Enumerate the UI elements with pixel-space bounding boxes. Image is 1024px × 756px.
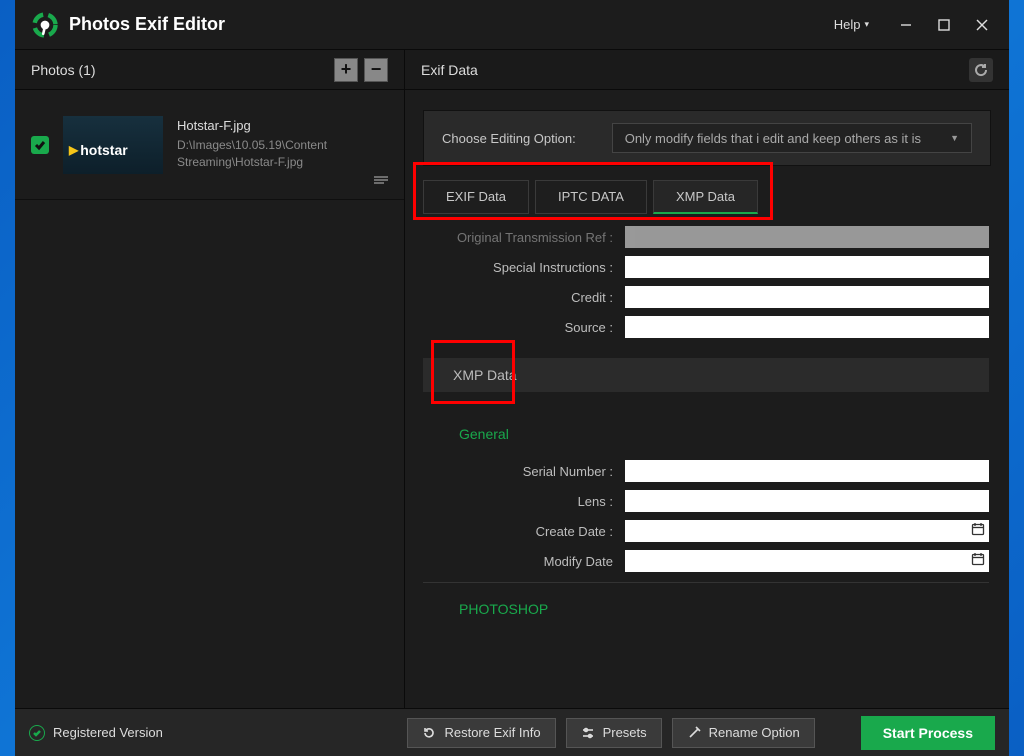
field-label: Credit :	[423, 290, 613, 305]
field-input[interactable]	[625, 460, 989, 482]
tab-iptc-data[interactable]: IPTC DATA	[535, 180, 647, 214]
photo-checkbox[interactable]	[31, 136, 49, 154]
field-label: Create Date :	[423, 524, 613, 539]
field-input[interactable]	[625, 550, 989, 572]
button-label: Start Process	[883, 725, 973, 741]
main-header: Exif Data	[405, 50, 1009, 90]
field-create-date: Create Date :	[423, 520, 989, 542]
minimize-button[interactable]	[887, 6, 925, 44]
field-label: Original Transmission Ref :	[423, 230, 613, 245]
sidebar-title: Photos (1)	[31, 62, 96, 78]
add-photo-button[interactable]: +	[334, 58, 358, 82]
editing-option-select[interactable]: Only modify fields that i edit and keep …	[612, 123, 972, 153]
section-label: XMP Data	[453, 367, 517, 383]
field-modify-date: Modify Date	[423, 550, 989, 572]
maximize-button[interactable]	[925, 6, 963, 44]
registered-label: Registered Version	[53, 725, 163, 740]
section-xmp-data: XMP Data	[423, 358, 989, 392]
refresh-button[interactable]	[969, 58, 993, 82]
sidebar-header: Photos (1) + −	[15, 50, 404, 90]
calendar-icon[interactable]	[971, 522, 985, 541]
help-label: Help	[834, 17, 861, 32]
restore-exif-button[interactable]: Restore Exif Info	[407, 718, 555, 748]
field-input[interactable]	[625, 256, 989, 278]
remove-photo-button[interactable]: −	[364, 58, 388, 82]
button-label: Rename Option	[709, 725, 800, 740]
presets-button[interactable]: Presets	[566, 718, 662, 748]
subsection-photoshop: PHOTOSHOP	[459, 601, 989, 617]
photo-row-menu-icon[interactable]	[372, 173, 390, 191]
subsection-general: General	[459, 426, 989, 442]
field-label: Special Instructions :	[423, 260, 613, 275]
divider	[423, 582, 989, 583]
field-label: Modify Date	[423, 554, 613, 569]
field-lens: Lens :	[423, 490, 989, 512]
main-panel: Exif Data Choose Editing Option: Only mo…	[405, 50, 1009, 708]
field-input[interactable]	[625, 520, 989, 542]
tabs-container: EXIF Data IPTC DATA XMP Data	[423, 180, 991, 214]
help-menu[interactable]: Help ▾	[834, 17, 869, 32]
field-special-instructions: Special Instructions :	[423, 256, 989, 278]
rename-option-button[interactable]: Rename Option	[672, 718, 815, 748]
photo-filename: Hotstar-F.jpg	[177, 118, 388, 133]
field-label: Serial Number :	[423, 464, 613, 479]
photo-thumbnail: ▶hotstar	[63, 116, 163, 174]
tab-xmp-data[interactable]: XMP Data	[653, 180, 758, 214]
photo-path: D:\Images\10.05.19\Content Streaming\Hot…	[177, 137, 388, 171]
field-input[interactable]	[625, 316, 989, 338]
field-original-transmission-ref: Original Transmission Ref :	[423, 226, 989, 248]
calendar-icon[interactable]	[971, 552, 985, 571]
dropdown-arrow-icon: ▼	[950, 133, 959, 143]
chevron-down-icon: ▾	[864, 19, 869, 30]
main-title: Exif Data	[421, 62, 478, 78]
app-window: Photos Exif Editor Help ▾ Photos (1) + −	[15, 0, 1009, 756]
form-scroll-area[interactable]: Original Transmission Ref : Special Inst…	[405, 216, 999, 708]
registered-badge: Registered Version	[29, 725, 163, 741]
field-label: Lens :	[423, 494, 613, 509]
editing-option-label: Choose Editing Option:	[442, 131, 576, 146]
button-label: Presets	[603, 725, 647, 740]
field-source: Source :	[423, 316, 989, 338]
body: Photos (1) + − ▶hotstar Hotstar-F.jpg D:…	[15, 50, 1009, 708]
thumbnail-brand: hotstar	[80, 142, 127, 158]
field-label: Source :	[423, 320, 613, 335]
app-title: Photos Exif Editor	[69, 14, 225, 35]
start-process-button[interactable]: Start Process	[861, 716, 995, 750]
check-circle-icon	[29, 725, 45, 741]
sidebar: Photos (1) + − ▶hotstar Hotstar-F.jpg D:…	[15, 50, 405, 708]
editing-option-bar: Choose Editing Option: Only modify field…	[423, 110, 991, 166]
field-serial-number: Serial Number :	[423, 460, 989, 482]
photo-list-item[interactable]: ▶hotstar Hotstar-F.jpg D:\Images\10.05.1…	[15, 90, 404, 200]
photo-meta: Hotstar-F.jpg D:\Images\10.05.19\Content…	[177, 118, 388, 171]
editing-option-value: Only modify fields that i edit and keep …	[625, 131, 921, 146]
field-input[interactable]	[625, 286, 989, 308]
close-button[interactable]	[963, 6, 1001, 44]
field-credit: Credit :	[423, 286, 989, 308]
app-logo-icon	[31, 11, 59, 39]
button-label: Restore Exif Info	[444, 725, 540, 740]
footer: Registered Version Restore Exif Info Pre…	[15, 708, 1009, 756]
field-input[interactable]	[625, 226, 989, 248]
titlebar: Photos Exif Editor Help ▾	[15, 0, 1009, 50]
tab-exif-data[interactable]: EXIF Data	[423, 180, 529, 214]
field-input[interactable]	[625, 490, 989, 512]
